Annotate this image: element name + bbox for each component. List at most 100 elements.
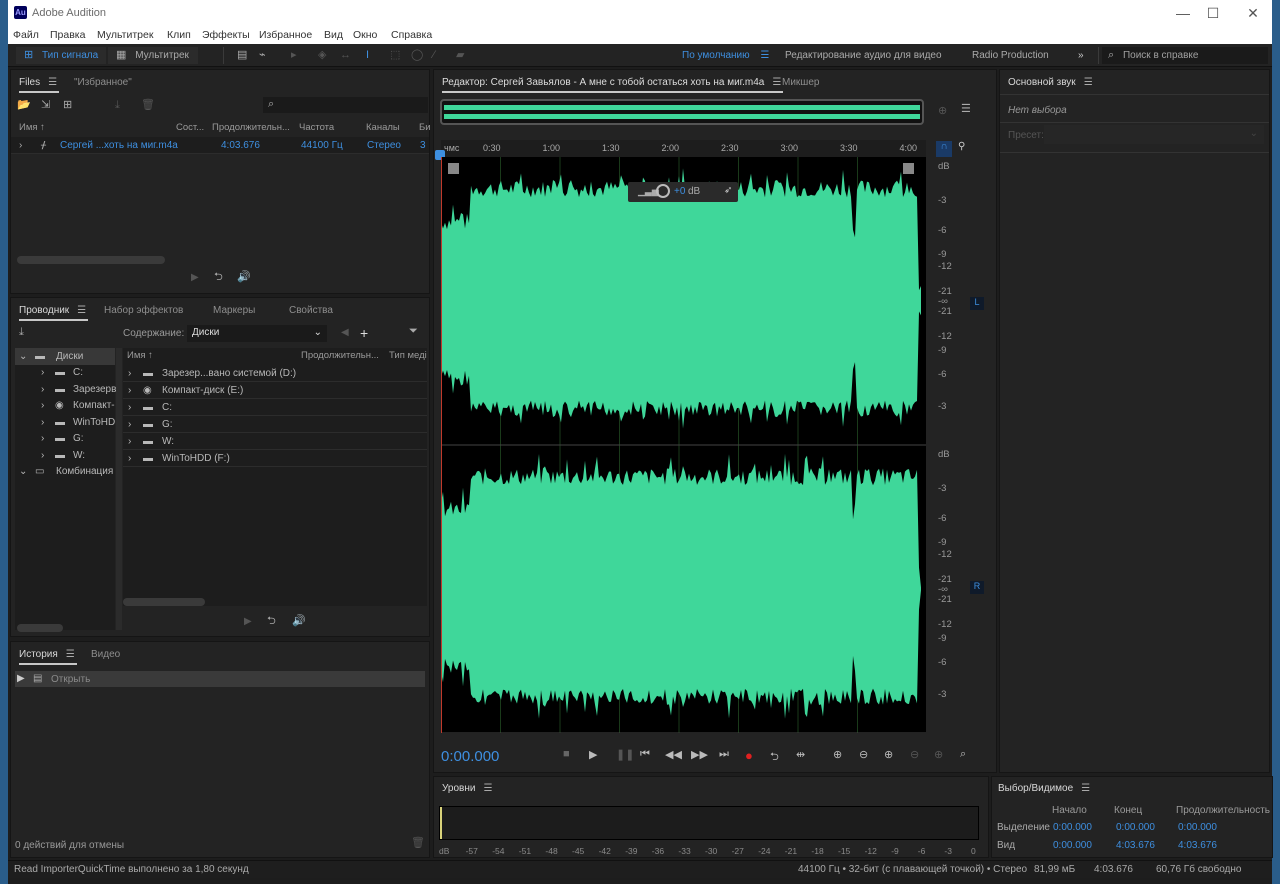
selection-duration[interactable]: 0:00.000 xyxy=(1178,822,1217,833)
tab-effects-rack[interactable]: Набор эффектов xyxy=(104,305,183,316)
split-handle[interactable] xyxy=(116,348,122,630)
preview-autoplay-button[interactable]: 🔊 xyxy=(237,272,251,283)
tab-files[interactable]: Files ☰ xyxy=(19,77,60,93)
list-item[interactable]: › ▬ Зарезер...вано системой (D:) xyxy=(123,365,427,382)
close-button[interactable]: ✕ xyxy=(1238,3,1268,23)
preset-dropdown[interactable]: ⌄ xyxy=(1044,125,1264,144)
files-search-input[interactable]: ⌕ xyxy=(263,97,428,113)
expand-icon[interactable]: › xyxy=(19,140,22,151)
overview-navigator[interactable] xyxy=(440,99,924,125)
menu-clip[interactable]: Клип xyxy=(167,29,191,41)
list-hscrollbar[interactable] xyxy=(123,598,205,606)
selection-end[interactable]: 0:00.000 xyxy=(1116,822,1155,833)
preview-autoplay-button[interactable]: 🔊 xyxy=(292,616,306,627)
menu-edit[interactable]: Правка xyxy=(50,29,85,41)
tree-item[interactable]: ⌄ ▭ Комбинация xyxy=(15,463,115,480)
zoom-selection-button[interactable]: ⊕ xyxy=(934,748,943,761)
move-tool[interactable]: ▸ xyxy=(291,47,297,64)
back-button[interactable]: ◀ xyxy=(341,327,349,338)
panel-menu-icon[interactable]: ☰ xyxy=(1081,783,1090,794)
minimize-button[interactable]: — xyxy=(1168,3,1198,23)
time-ruler[interactable]: чмс 0:30 1:00 1:30 2:00 2:30 3:00 3:30 4:00 xyxy=(441,140,926,157)
preview-play-button[interactable]: ▶ xyxy=(244,616,252,627)
tree-item[interactable]: › ▬ C: xyxy=(15,364,115,381)
tab-history[interactable]: История ☰ xyxy=(19,649,77,665)
tree-item[interactable]: › ▬ Зарезерв xyxy=(15,381,116,398)
multitrack-mode-button[interactable]: ▦ Мультитрек xyxy=(108,47,198,64)
tree-item[interactable]: › ◉ Компакт- xyxy=(15,397,115,414)
file-row[interactable]: › ᚋ Сергей ...хоть на миг.m4a 4:03.676 4… xyxy=(11,137,429,154)
tree-item[interactable]: › ▬ G: xyxy=(15,430,115,447)
current-time[interactable]: 0:00.000 xyxy=(441,748,499,765)
menu-multitrack[interactable]: Мультитрек xyxy=(97,29,153,41)
col-channels[interactable]: Каналы xyxy=(366,122,400,133)
tree-item[interactable]: › ▬ W: xyxy=(15,447,115,464)
tree-hscrollbar[interactable] xyxy=(17,624,63,632)
tree-item[interactable]: ⌄ ▬ Диски xyxy=(15,348,115,365)
zoom-to-selection-button[interactable]: ⊕ xyxy=(938,106,947,117)
panel-menu-icon[interactable]: ☰ xyxy=(77,305,86,316)
col-rate[interactable]: Частота xyxy=(299,122,334,133)
view-duration[interactable]: 4:03.676 xyxy=(1178,840,1217,851)
snap-button[interactable]: ∩ xyxy=(936,141,952,157)
col-name[interactable]: Имя ↑ xyxy=(19,122,45,133)
waveform-display[interactable] xyxy=(441,157,926,734)
playhead-line[interactable] xyxy=(441,157,442,733)
pause-button[interactable]: ❚❚ xyxy=(616,748,634,761)
preview-loop-button[interactable]: ⮌ xyxy=(267,616,276,627)
marker-pin-button[interactable]: ⚲ xyxy=(958,141,965,152)
files-hscrollbar[interactable] xyxy=(17,256,165,264)
tab-explorer[interactable]: Проводник ☰ xyxy=(19,305,89,321)
preview-play-button[interactable]: ▶ xyxy=(191,272,199,283)
zoom-in-time-button[interactable]: ⊕ xyxy=(884,748,893,761)
spectral-frequency-button[interactable]: ▤ xyxy=(237,47,247,64)
tab-editor[interactable]: Редактор: Сергей Завьялов - А мне с тобо… xyxy=(442,77,784,93)
time-selection-tool[interactable]: I xyxy=(366,47,369,64)
col-bits[interactable]: Би xyxy=(419,122,431,133)
new-file-button[interactable]: ⊞ xyxy=(63,100,72,111)
maximize-button[interactable]: ☐ xyxy=(1198,3,1228,23)
panel-menu-icon[interactable]: ☰ xyxy=(66,649,75,660)
panel-menu-icon[interactable]: ☰ xyxy=(772,77,781,88)
razor-tool[interactable]: ◈ xyxy=(318,47,326,64)
workspace-default[interactable]: По умолчанию ☰ xyxy=(682,47,769,64)
loop-playback-button[interactable]: ⮌ xyxy=(770,748,779,767)
rewind-button[interactable]: ◀◀ xyxy=(665,748,682,761)
gain-hud[interactable]: ▁▃▅ +0 dB ➶ xyxy=(628,182,738,202)
filter-button[interactable]: ⏷ xyxy=(409,326,418,337)
import-file-button[interactable]: ⇲ xyxy=(41,100,50,111)
add-favorite-button[interactable]: + xyxy=(360,325,368,341)
workspace-radio-production[interactable]: Radio Production xyxy=(972,47,1049,64)
list-item[interactable]: › ▬ G: xyxy=(123,416,427,433)
waveform-mode-button[interactable]: ⊞ Тип сигнала xyxy=(16,47,106,64)
selection-start[interactable]: 0:00.000 xyxy=(1053,822,1092,833)
tab-markers[interactable]: Маркеры xyxy=(213,305,255,316)
tab-video[interactable]: Видео xyxy=(91,649,120,660)
history-item[interactable]: ▶ ▤ Открыть xyxy=(15,671,425,687)
marquee-tool[interactable]: ⬚ xyxy=(390,47,400,64)
menu-favorites[interactable]: Избранное xyxy=(259,29,312,41)
pin-hud-icon[interactable]: ➶ xyxy=(724,185,732,196)
col-name[interactable]: Имя ↑ xyxy=(127,350,153,361)
insert-button[interactable]: ⤓ xyxy=(115,100,120,111)
list-item[interactable]: › ▬ C: xyxy=(123,399,427,416)
play-button[interactable]: ▶ xyxy=(589,748,597,761)
tree-item[interactable]: › ▬ WinToHD xyxy=(15,414,115,431)
col-duration[interactable]: Продолжительн... xyxy=(301,350,379,361)
panel-menu-icon[interactable]: ☰ xyxy=(1084,77,1093,88)
skip-selection-button[interactable]: ⇹ xyxy=(796,748,805,761)
fade-out-handle[interactable] xyxy=(903,163,914,174)
panel-menu-icon[interactable]: ☰ xyxy=(483,783,492,794)
record-button[interactable]: ● xyxy=(745,748,753,763)
more-workspaces-button[interactable]: » xyxy=(1078,47,1084,64)
channel-right-toggle[interactable]: R xyxy=(970,581,984,594)
help-search-input[interactable]: ⌕ Поиск в справке xyxy=(1102,47,1268,64)
zoom-playhead-button[interactable]: ⌕ xyxy=(960,748,966,761)
import-drive-button[interactable]: ⤓ xyxy=(19,327,24,338)
open-file-button[interactable]: 📂 xyxy=(17,100,31,111)
list-item[interactable]: › ▬ WinToHDD (F:) xyxy=(123,450,427,467)
gain-knob[interactable] xyxy=(656,184,670,198)
spectral-pitch-button[interactable]: ⌁ xyxy=(259,47,266,64)
lasso-tool[interactable]: ◯ xyxy=(411,47,423,64)
go-to-end-button[interactable]: ⏭ xyxy=(719,748,729,761)
